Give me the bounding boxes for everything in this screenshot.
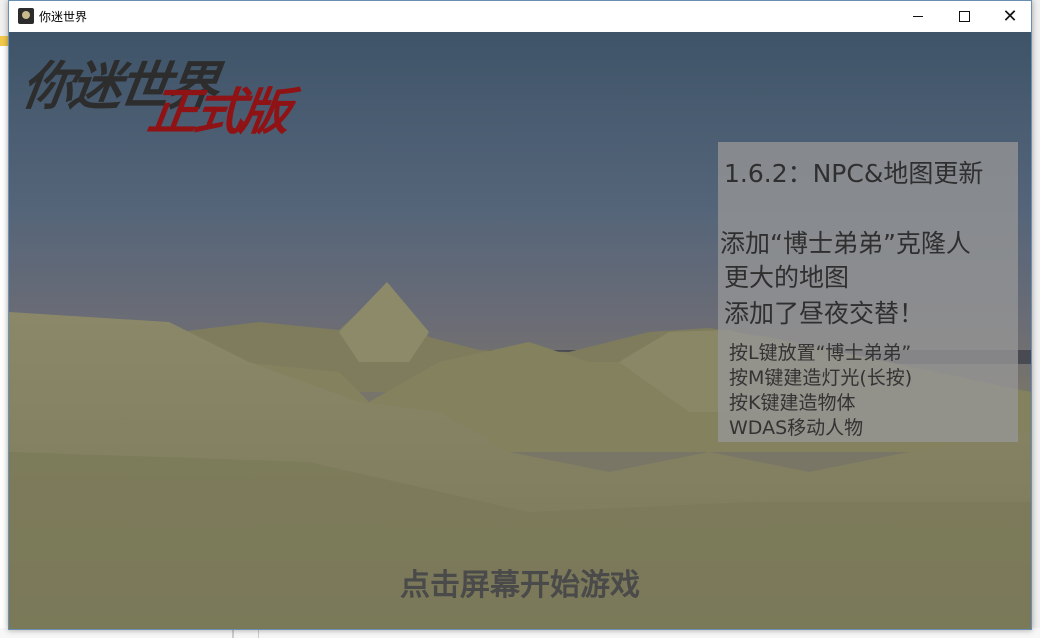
game-app-icon <box>18 8 34 24</box>
update-notes-panel: 1.6.2：NPC&地图更新 添加“博士弟弟”克隆人 更大的地图 添加了昼夜交替… <box>718 142 1018 442</box>
window-title: 你迷世界 <box>39 10 88 24</box>
control-hint: WDAS移动人物 <box>729 417 864 439</box>
close-icon: ✕ <box>1002 5 1018 27</box>
game-window: 你迷世界 ✕ 你迷世界 正式版 1.6.2：NPC&地图更新 添加“博士弟弟”克… <box>8 0 1032 630</box>
maximize-button[interactable] <box>941 1 987 32</box>
game-logo-subtitle: 正式版 <box>144 83 291 141</box>
maximize-icon <box>958 11 970 22</box>
control-hint: 按M键建造灯光(长按) <box>729 367 913 389</box>
start-game-prompt[interactable]: 点击屏幕开始游戏 <box>9 560 1031 604</box>
title-bar[interactable]: 你迷世界 ✕ <box>9 1 1031 32</box>
minimize-button[interactable] <box>895 1 941 32</box>
game-viewport[interactable]: 你迷世界 正式版 1.6.2：NPC&地图更新 添加“博士弟弟”克隆人 更大的地… <box>9 32 1031 629</box>
version-title: 1.6.2：NPC&地图更新 <box>724 159 984 188</box>
control-hint: 按K键建造物体 <box>729 392 856 414</box>
close-button[interactable]: ✕ <box>987 1 1033 32</box>
mountain-peak <box>339 282 429 362</box>
feature-line: 添加了昼夜交替！ <box>724 299 925 328</box>
control-hint: 按L键放置“博士弟弟” <box>729 342 912 364</box>
feature-line: 更大的地图 <box>724 263 850 292</box>
minimize-icon <box>913 16 923 17</box>
feature-line: 添加“博士弟弟”克隆人 <box>720 229 971 258</box>
